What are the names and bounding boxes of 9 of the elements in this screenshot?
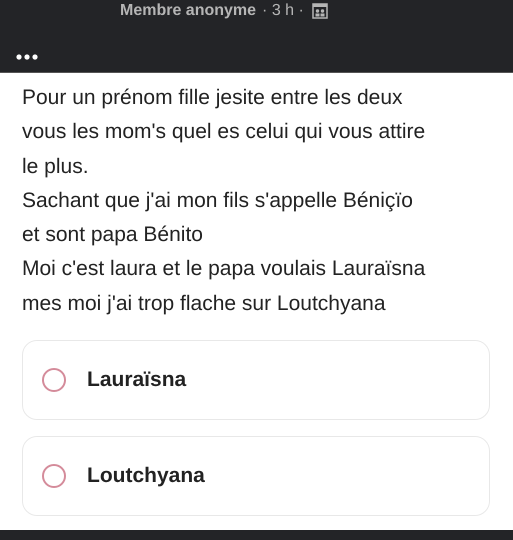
poll-option[interactable]: Loutchyana — [22, 436, 490, 516]
post-text: Pour un prénom fille jesite entre les deux vous les mom's quel es celui qui vous attire le plus. Sachant que j'ai mon fils s'appelle Béniçïo et sont papa Bénito Moi c'est laura et le papa voulais Lauraïsna mes moi j'ai trop flache sur Loutchyana — [22, 85, 426, 317]
author-name[interactable]: Membre anonyme — [120, 2, 256, 20]
radio-button[interactable] — [42, 368, 66, 392]
radio-button[interactable] — [42, 464, 66, 488]
more-icon[interactable] — [16, 54, 38, 60]
group-icon — [312, 3, 328, 19]
poll-option[interactable]: Lauraïsna — [22, 340, 490, 420]
post-time: · 3 h · — [262, 2, 304, 20]
